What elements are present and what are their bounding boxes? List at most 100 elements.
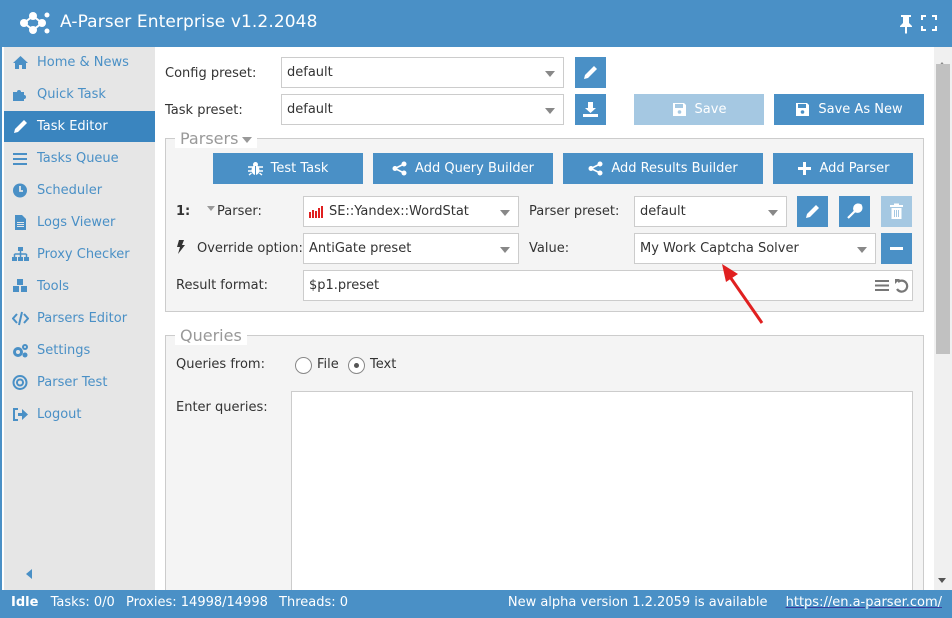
enter-queries-label: Enter queries: bbox=[176, 400, 268, 415]
edit-config-preset-button[interactable] bbox=[575, 57, 606, 88]
parser-settings-button[interactable] bbox=[839, 196, 870, 227]
code-icon bbox=[12, 311, 29, 326]
result-format-label: Result format: bbox=[176, 278, 269, 293]
sidebar-item-home-news[interactable]: Home & News bbox=[4, 47, 155, 78]
sidebar-item-label: Task Editor bbox=[37, 119, 108, 134]
delete-parser-button[interactable] bbox=[881, 196, 912, 227]
sidebar-item-label: Settings bbox=[37, 343, 91, 358]
sign-out-icon bbox=[13, 408, 28, 421]
sidebar-item-task-editor[interactable]: Task Editor bbox=[4, 111, 155, 142]
sidebar-item-label: Tools bbox=[37, 279, 70, 294]
pencil-icon bbox=[584, 66, 597, 79]
clock-icon bbox=[13, 183, 27, 198]
queries-from-file-radio[interactable] bbox=[295, 357, 312, 374]
gears-icon bbox=[13, 344, 28, 358]
status-proxies: Proxies: 14998/14998 bbox=[125, 595, 268, 610]
bar-chart-icon bbox=[309, 206, 323, 218]
sidebar-item-settings[interactable]: Settings bbox=[4, 335, 155, 366]
caret-down-icon bbox=[242, 136, 253, 143]
sidebar-item-label: Quick Task bbox=[37, 87, 106, 102]
sidebar-item-tools[interactable]: Tools bbox=[4, 271, 155, 302]
add-query-builder-button[interactable]: Add Query Builder bbox=[373, 153, 553, 184]
share-icon bbox=[588, 161, 603, 176]
queries-from-file-label[interactable]: File bbox=[317, 357, 339, 372]
sidebar-item-label: Tasks Queue bbox=[37, 151, 119, 166]
target-icon bbox=[12, 375, 28, 390]
sidebar-item-quick-task[interactable]: Quick Task bbox=[4, 79, 155, 110]
sitemap-icon bbox=[12, 247, 29, 261]
chevron-down-icon bbox=[857, 247, 867, 253]
sidebar-item-parsers-editor[interactable]: Parsers Editor bbox=[4, 303, 155, 334]
parser-preset-select[interactable]: default bbox=[634, 196, 787, 227]
floppy-disk-icon bbox=[796, 103, 810, 116]
undo-icon[interactable] bbox=[894, 278, 909, 293]
chevron-down-icon bbox=[500, 247, 510, 253]
fullscreen-icon[interactable] bbox=[921, 15, 937, 31]
main-scrollbar[interactable] bbox=[934, 47, 952, 590]
sidebar-item-label: Parsers Editor bbox=[37, 311, 128, 326]
parsers-legend[interactable]: Parsers bbox=[175, 129, 258, 148]
website-link[interactable]: https://en.a-parser.com/ bbox=[786, 595, 942, 610]
scroll-down-icon[interactable] bbox=[938, 578, 946, 583]
pencil-icon bbox=[806, 205, 819, 218]
value-label: Value: bbox=[529, 241, 570, 256]
sidebar-item-proxy-checker[interactable]: Proxy Checker bbox=[4, 239, 155, 270]
plus-icon bbox=[797, 162, 811, 175]
chevron-down-icon bbox=[545, 71, 555, 77]
status-threads: Threads: 0 bbox=[279, 595, 349, 610]
sidebar-item-label: Proxy Checker bbox=[37, 247, 130, 262]
task-editor-panel: Config preset: default Task preset: defa… bbox=[155, 47, 934, 590]
test-task-button[interactable]: Test Task bbox=[213, 153, 363, 184]
parser-index: 1: bbox=[176, 204, 191, 219]
pencil-icon bbox=[14, 120, 27, 133]
result-format-input[interactable]: $p1.preset bbox=[303, 270, 913, 301]
sidebar-item-scheduler[interactable]: Scheduler bbox=[4, 175, 155, 206]
sidebar-item-tasks-queue[interactable]: Tasks Queue bbox=[4, 143, 155, 174]
share-icon bbox=[392, 161, 407, 176]
config-preset-select[interactable]: default bbox=[281, 57, 564, 88]
override-option-select[interactable]: AntiGate preset bbox=[303, 233, 519, 264]
remove-override-button[interactable] bbox=[881, 233, 912, 264]
collapse-sidebar-icon[interactable] bbox=[26, 569, 32, 579]
add-parser-button[interactable]: Add Parser bbox=[773, 153, 913, 184]
sidebar-item-label: Scheduler bbox=[37, 183, 103, 198]
sidebar: Home & News Quick Task Task Editor Tasks… bbox=[4, 47, 155, 590]
minus-icon bbox=[890, 247, 903, 250]
bug-icon bbox=[247, 162, 263, 176]
status-state: Idle bbox=[11, 595, 39, 610]
parser-preset-label: Parser preset: bbox=[529, 204, 620, 219]
a-parser-logo-icon bbox=[20, 12, 50, 34]
save-as-new-button[interactable]: Save As New bbox=[774, 94, 924, 125]
save-button[interactable]: Save bbox=[634, 94, 764, 125]
add-results-builder-button[interactable]: Add Results Builder bbox=[563, 153, 763, 184]
sidebar-item-parser-test[interactable]: Parser Test bbox=[4, 367, 155, 398]
sidebar-item-logout[interactable]: Logout bbox=[4, 399, 155, 430]
download-icon bbox=[583, 102, 598, 117]
queries-legend: Queries bbox=[175, 326, 247, 345]
override-value-select[interactable]: My Work Captcha Solver bbox=[634, 233, 876, 264]
collapse-parser-icon[interactable] bbox=[207, 206, 215, 211]
task-preset-select[interactable]: default bbox=[281, 94, 564, 125]
pin-icon[interactable] bbox=[897, 14, 915, 34]
config-preset-label: Config preset: bbox=[165, 66, 257, 81]
parser-select[interactable]: SE::Yandex::WordStat bbox=[303, 196, 519, 227]
queries-textarea[interactable] bbox=[291, 391, 913, 590]
sidebar-item-label: Home & News bbox=[37, 55, 129, 70]
queries-from-text-label[interactable]: Text bbox=[370, 357, 396, 372]
edit-parser-preset-button[interactable] bbox=[797, 196, 828, 227]
menu-icon[interactable] bbox=[875, 279, 889, 292]
sidebar-item-label: Parser Test bbox=[37, 375, 108, 390]
cubes-icon bbox=[13, 279, 27, 292]
sidebar-item-label: Logs Viewer bbox=[37, 215, 116, 230]
chevron-down-icon bbox=[500, 210, 510, 216]
file-icon bbox=[15, 215, 26, 230]
sidebar-item-label: Logout bbox=[37, 407, 82, 422]
scrollbar-thumb[interactable] bbox=[936, 64, 950, 354]
chevron-down-icon bbox=[545, 108, 555, 114]
wrench-icon bbox=[847, 203, 863, 219]
load-task-preset-button[interactable] bbox=[575, 94, 606, 125]
queries-from-text-radio[interactable] bbox=[348, 357, 365, 374]
sidebar-item-logs-viewer[interactable]: Logs Viewer bbox=[4, 207, 155, 238]
chevron-down-icon bbox=[768, 210, 778, 216]
queries-from-label: Queries from: bbox=[176, 357, 265, 372]
